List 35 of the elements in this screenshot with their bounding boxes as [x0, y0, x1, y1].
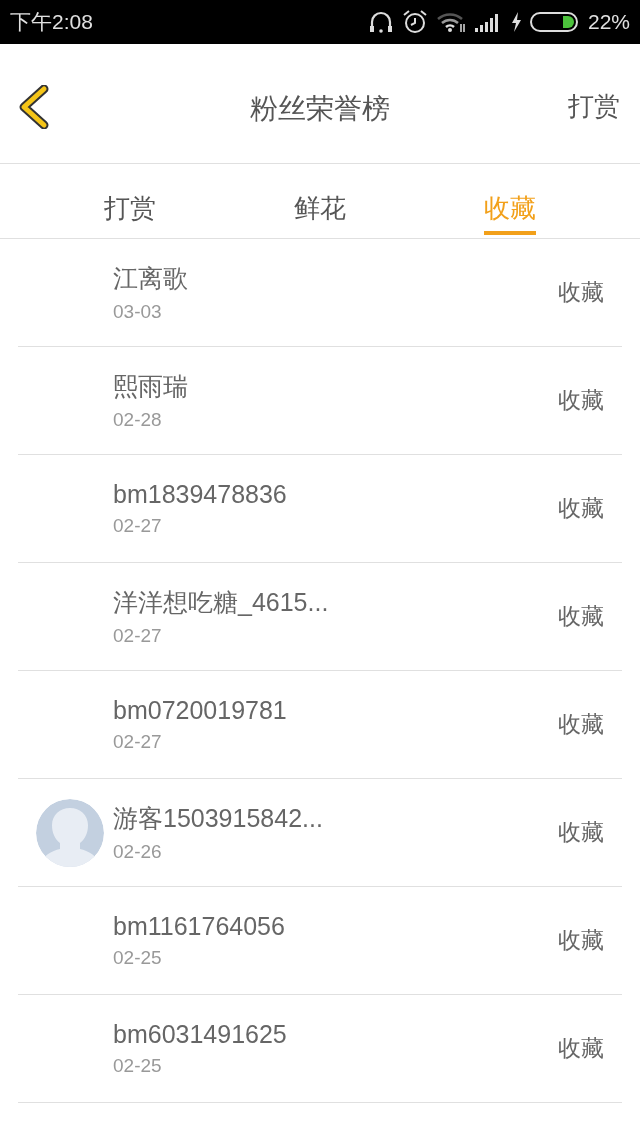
tab[interactable]: 打赏: [104, 164, 156, 235]
user-name: bm1161764056: [113, 912, 286, 941]
user-name: bm1839478836: [113, 480, 288, 509]
date: 02-27: [113, 515, 163, 537]
reward-button[interactable]: 打赏: [568, 89, 620, 124]
date: 02-25: [113, 1055, 163, 1077]
action-label: 收藏: [558, 710, 604, 739]
alarm-clock-icon: [401, 9, 428, 35]
date: 02-26: [113, 841, 163, 863]
user-name: 洋洋想吃糖_4615...: [113, 587, 330, 618]
headphones-icon: [367, 10, 394, 34]
action-label: 收藏: [558, 278, 604, 307]
user-name: 江离歌: [113, 263, 189, 294]
battery-icon: [529, 11, 580, 33]
battery-percent: 22%: [587, 10, 630, 34]
date: 02-27: [113, 731, 163, 753]
wifi-icon: [435, 11, 466, 33]
date: 02-27: [113, 625, 163, 647]
charging-icon: [509, 11, 522, 33]
date: 03-03: [113, 301, 163, 323]
user-name: bm0720019781: [113, 696, 288, 725]
user-name: 熙雨瑞: [113, 371, 189, 402]
tab[interactable]: 鲜花: [294, 164, 346, 235]
action-label: 收藏: [558, 818, 604, 847]
status-time: 下午2:08: [10, 9, 93, 35]
action-label: 收藏: [558, 926, 604, 955]
action-label: 收藏: [558, 1034, 604, 1063]
user-name: bm6031491625: [113, 1020, 288, 1049]
page-title: 粉丝荣誉榜: [250, 91, 390, 127]
action-label: 收藏: [558, 602, 604, 631]
date: 02-25: [113, 947, 163, 969]
date: 02-28: [113, 409, 163, 431]
action-label: 收藏: [558, 494, 604, 523]
action-label: 收藏: [558, 386, 604, 415]
user-name: 游客1503915842...: [113, 803, 324, 834]
